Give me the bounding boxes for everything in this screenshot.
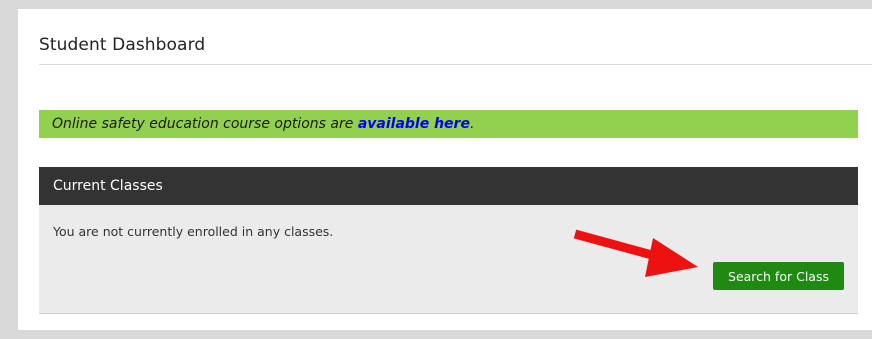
title-divider	[39, 64, 872, 65]
search-for-class-button[interactable]: Search for Class	[713, 262, 844, 290]
notice-period: .	[469, 116, 475, 132]
page-title: Student Dashboard	[39, 35, 206, 55]
current-classes-body: You are not currently enrolled in any cl…	[39, 205, 858, 314]
current-classes-header: Current Classes	[39, 167, 858, 205]
notice-text: Online safety education course options a…	[52, 116, 358, 132]
no-classes-message: You are not currently enrolled in any cl…	[53, 224, 334, 239]
arrow-head	[645, 238, 698, 277]
dashboard-panel: Student Dashboard Online safety educatio…	[18, 9, 872, 330]
current-classes-title: Current Classes	[53, 178, 163, 194]
safety-notice-banner: Online safety education course options a…	[39, 110, 858, 138]
red-arrow-icon	[573, 229, 698, 277]
available-here-link[interactable]: available here	[358, 116, 470, 132]
